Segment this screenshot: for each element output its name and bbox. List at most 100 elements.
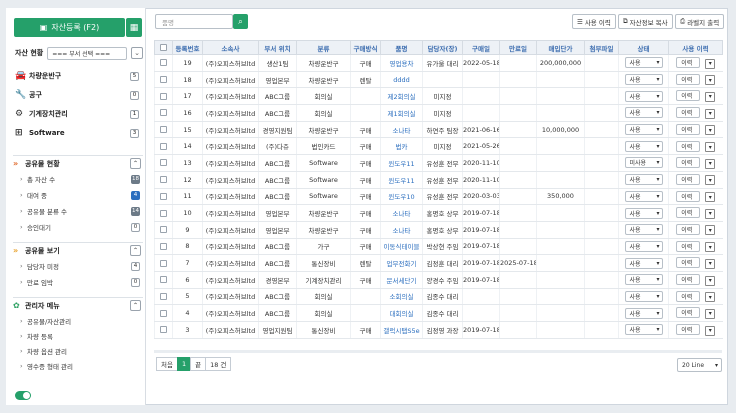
status-select[interactable]: 사용 ▾ (624, 140, 663, 152)
item-name-link[interactable]: 윈도우11 (380, 171, 423, 189)
lines-per-page-select[interactable]: 20 Line ▾ (677, 358, 722, 372)
history-button[interactable]: 이력 (676, 324, 701, 336)
row-select-cell[interactable] (154, 288, 173, 306)
row-select-cell[interactable] (154, 104, 173, 122)
row-checkbox[interactable] (160, 92, 167, 100)
status-select[interactable]: 사용 ▾ (624, 57, 663, 69)
search-button[interactable]: ⌕ (233, 14, 248, 29)
theme-toggle[interactable] (15, 391, 31, 400)
expand-icon[interactable]: ▾ (705, 242, 716, 253)
history-button[interactable]: 이력 (676, 123, 701, 135)
item-name-link[interactable]: 제2회의실 (380, 87, 423, 106)
history-button[interactable]: 이력 (676, 157, 701, 169)
search-input[interactable]: 품명 (155, 14, 233, 29)
status-select[interactable]: 사용 ▾ (624, 207, 663, 219)
table-row[interactable]: 3 (주)오피스허브ltd 영업지원팀 통신장비 구매 갤럭시탭S5e 김정영 과장 2019… (154, 321, 723, 339)
department-select[interactable]: === 부서 선택 === (47, 46, 127, 60)
history-button[interactable]: 이력 (676, 240, 701, 252)
row-checkbox[interactable] (160, 259, 167, 267)
expand-icon[interactable]: ▾ (705, 75, 716, 86)
expand-icon[interactable]: ▾ (705, 125, 716, 136)
section-header[interactable]: » 공유물 보기 ⌃ (13, 242, 143, 258)
status-select[interactable]: 사용 ▾ (624, 290, 663, 302)
section-item[interactable]: › 총 자산 수 18 (20, 172, 142, 186)
collapse-button[interactable]: ⌃ (130, 300, 141, 311)
dept-dropdown-button[interactable]: ⌄ (131, 47, 143, 59)
history-button[interactable]: 이력 (676, 257, 701, 269)
row-checkbox[interactable] (160, 226, 167, 234)
select-all-checkbox[interactable] (160, 44, 167, 51)
table-row[interactable]: 5 (주)오피스허브ltd ABC그룹 회의실 소회의실 김종수 대리 사용 ▾ 이력 ▾ (154, 288, 723, 306)
table-row[interactable]: 16 (주)오피스허브ltd ABC그룹 회의실 제1회의실 미지정 사용 ▾ 이력 ▾ (154, 104, 723, 122)
status-select[interactable]: 사용 ▾ (624, 257, 663, 269)
section-item[interactable]: › 차량 옵션 관리 (20, 344, 142, 358)
item-name-link[interactable]: 윈도우10 (380, 188, 423, 206)
item-name-link[interactable]: 갤럭시탭S5e (380, 321, 423, 339)
expand-icon[interactable]: ▾ (705, 142, 716, 153)
history-button[interactable]: 이력 (676, 190, 701, 202)
history-button[interactable]: 이력 (676, 307, 701, 319)
item-name-link[interactable]: 업무전화기 (380, 254, 423, 272)
print-label-button[interactable]: ⎙ 라벨지 출력 (675, 14, 725, 29)
status-select[interactable]: 사용 ▾ (624, 74, 663, 86)
expand-icon[interactable]: ▾ (705, 225, 716, 236)
section-item[interactable]: › 대여 중 4 (20, 188, 142, 202)
history-button[interactable]: 이력 (676, 57, 701, 69)
item-name-link[interactable]: 소나타 (380, 121, 423, 139)
horizontal-scrollbar[interactable] (154, 350, 722, 353)
usage-history-button[interactable]: ☰ 사용 이력 (572, 14, 616, 29)
item-name-link[interactable]: 법카 (380, 137, 423, 156)
row-select-cell[interactable] (154, 271, 173, 289)
table-row[interactable]: 13 (주)오피스허브ltd ABC그룹 Software 구매 윈도우11 유성훈 전무 2… (154, 154, 723, 172)
row-select-cell[interactable] (154, 121, 173, 139)
expand-icon[interactable]: ▾ (705, 192, 716, 203)
item-name-link[interactable]: 소나타 (380, 204, 423, 222)
table-row[interactable]: 10 (주)오피스허브ltd 영업본부 차량운반구 구매 소나타 홍명호 상무 2019-07… (154, 204, 723, 222)
table-row[interactable]: 8 (주)오피스허브ltd ABC그룹 가구 구매 이동식테이블 박상현 주임 2019-07… (154, 238, 723, 256)
row-select-cell[interactable] (154, 254, 173, 272)
expand-icon[interactable]: ▾ (705, 91, 716, 102)
status-select[interactable]: 사용 ▾ (624, 107, 663, 119)
row-checkbox[interactable] (160, 309, 167, 317)
row-checkbox[interactable] (160, 59, 167, 67)
history-button[interactable]: 이력 (676, 290, 701, 302)
expand-icon[interactable]: ▾ (705, 275, 716, 286)
history-button[interactable]: 이력 (676, 274, 701, 286)
select-all-header[interactable] (154, 40, 173, 55)
section-item[interactable]: › 공유물 분류 수 14 (20, 204, 142, 218)
row-checkbox[interactable] (160, 109, 167, 117)
status-select[interactable]: 사용 ▾ (624, 240, 663, 252)
history-button[interactable]: 이력 (676, 223, 701, 235)
status-select[interactable]: 사용 ▾ (624, 224, 663, 236)
row-select-cell[interactable] (154, 71, 173, 89)
table-row[interactable]: 17 (주)오피스허브ltd ABC그룹 회의실 제2회의실 미지정 사용 ▾ 이력 ▾ (154, 87, 723, 106)
row-select-cell[interactable] (154, 304, 173, 322)
grid-view-button[interactable]: ▦ (126, 18, 142, 37)
status-select[interactable]: 사용 ▾ (624, 274, 663, 286)
row-checkbox[interactable] (160, 326, 167, 334)
category-item[interactable]: ⊞ Software 3 (15, 125, 141, 141)
row-select-cell[interactable] (154, 87, 173, 106)
row-checkbox[interactable] (160, 242, 167, 250)
item-name-link[interactable]: 대회의실 (380, 304, 423, 322)
status-select[interactable]: 미사용 ▾ (624, 157, 663, 169)
expand-icon[interactable]: ▾ (705, 158, 716, 169)
row-select-cell[interactable] (154, 137, 173, 156)
history-button[interactable]: 이력 (676, 207, 701, 219)
row-checkbox[interactable] (160, 276, 167, 284)
item-name-link[interactable]: 제1회의실 (380, 104, 423, 122)
table-row[interactable]: 14 (주)오피스허브ltd (주)다쥬 법인카드 구매 법카 미지정 2021-05-26 사… (154, 137, 723, 156)
history-button[interactable]: 이력 (676, 90, 701, 102)
expand-icon[interactable]: ▾ (705, 308, 716, 319)
item-name-link[interactable]: 소나타 (380, 221, 423, 239)
history-button[interactable]: 이력 (676, 107, 701, 119)
row-checkbox[interactable] (160, 126, 167, 134)
row-checkbox[interactable] (160, 292, 167, 300)
status-select[interactable]: 사용 ▾ (624, 324, 663, 336)
expand-icon[interactable]: ▾ (705, 108, 716, 119)
item-name-link[interactable]: dddd (380, 71, 423, 89)
section-item[interactable]: › 만료 임박 0 (20, 275, 142, 289)
status-select[interactable]: 사용 ▾ (624, 307, 663, 319)
expand-icon[interactable]: ▾ (705, 325, 716, 336)
history-button[interactable]: 이력 (676, 173, 701, 185)
